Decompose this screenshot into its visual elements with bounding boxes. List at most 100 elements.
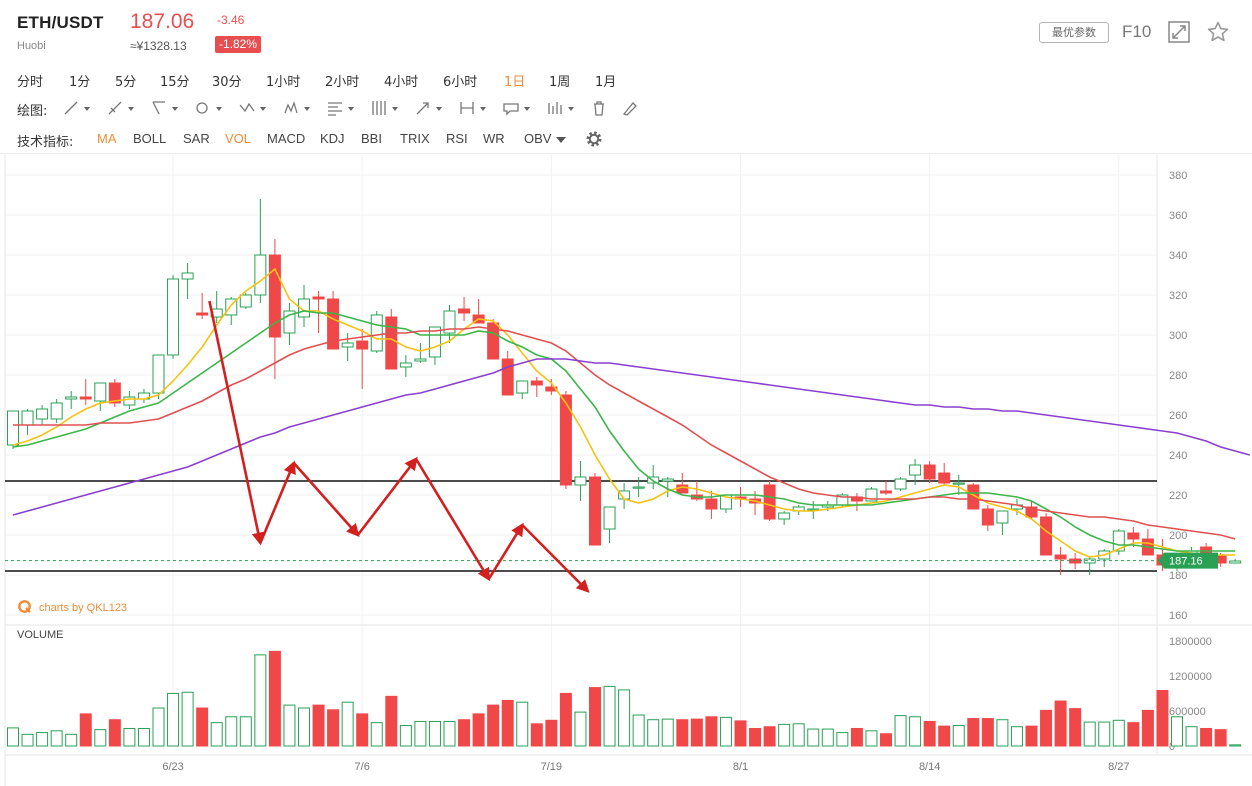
trash-icon[interactable] [594, 101, 604, 116]
candle [298, 285, 310, 327]
candle-body [399, 362, 412, 368]
arrow-tool-icon[interactable] [416, 102, 442, 115]
date-tick-label: 7/6 [355, 761, 370, 773]
volume-bar [181, 691, 194, 747]
period-tab[interactable]: 5分 [115, 71, 136, 90]
ray-tool-icon[interactable] [108, 101, 134, 115]
candle-body [705, 498, 718, 510]
grid-lines [5, 155, 1157, 746]
volume-bar [1010, 726, 1023, 747]
candle-body [1040, 516, 1053, 556]
f10-button[interactable]: F10 [1122, 22, 1151, 42]
indicator-boll[interactable]: BOLL [133, 131, 166, 146]
pattern-tool-icon[interactable] [284, 100, 310, 114]
pair-symbol: ETH/USDT [17, 13, 104, 32]
optimal-params-button[interactable]: 最优参数 [1039, 22, 1109, 43]
drawing-toolbar: 绘图: [0, 93, 1252, 123]
period-tab[interactable]: 1月 [595, 71, 616, 90]
eraser-icon[interactable] [622, 102, 637, 116]
zigzag-tool-icon[interactable] [239, 102, 266, 113]
indicator-wr[interactable]: WR [483, 131, 505, 146]
indicator-obv-dropdown[interactable]: OBV [524, 131, 551, 146]
shape-tool-icon[interactable] [196, 102, 222, 114]
indicator-kdj[interactable]: KDJ [320, 131, 345, 146]
period-tab[interactable]: 1分 [69, 71, 90, 90]
fibonacci-tool-icon[interactable] [328, 102, 354, 116]
period-tab[interactable]: 分时 [17, 71, 43, 90]
drawing-label: 绘图: [17, 104, 48, 119]
candle [137, 389, 150, 403]
gann-tool-icon[interactable] [372, 101, 398, 115]
period-tab[interactable]: 6小时 [443, 71, 477, 90]
line-tool-icon[interactable] [64, 101, 90, 115]
candle [458, 297, 471, 321]
period-tab[interactable]: 15分 [160, 71, 190, 90]
volume-bar [938, 725, 951, 747]
chevron-down-icon [524, 107, 530, 111]
volume-bar [341, 701, 354, 747]
channel-tool-icon[interactable] [152, 101, 178, 115]
bars-tool-icon[interactable] [548, 102, 574, 114]
candle [108, 379, 121, 407]
indicator-vol[interactable]: VOL [225, 131, 251, 146]
period-tab[interactable]: 1周 [549, 71, 570, 90]
candle [589, 473, 601, 546]
volume-bar [283, 704, 296, 747]
candle-body [530, 380, 543, 386]
candlestick-chart[interactable]: 380 360 340 320 300 280 260 240 220 200 180 160 1800… [0, 155, 1252, 786]
chevron-down-icon[interactable] [556, 137, 566, 143]
volume-bar [676, 719, 689, 747]
candle [36, 405, 49, 425]
candle-body [94, 382, 107, 402]
period-tab-active[interactable]: 1日 [504, 71, 525, 90]
price-tick-label: 260 [1169, 410, 1187, 422]
volume-bar [108, 719, 121, 747]
drawing-tools [64, 100, 637, 116]
volume-bar [952, 725, 965, 747]
candle [181, 263, 194, 299]
chart-header: ETH/USDT Huobi 187.06 ≈¥1328.13 -3.46 -1… [0, 0, 1252, 62]
measure-tool-icon[interactable] [460, 102, 486, 114]
candle-body [50, 402, 63, 420]
candle [196, 293, 209, 319]
brand-text: charts by QKL123 [39, 602, 128, 614]
candle [559, 391, 572, 489]
volume-bar [719, 716, 732, 747]
volume-bar [458, 719, 471, 747]
fullscreen-icon[interactable] [1168, 21, 1190, 43]
period-tab[interactable]: 30分 [212, 71, 242, 90]
indicator-macd[interactable]: MACD [267, 131, 305, 146]
candle [94, 382, 107, 411]
price-tick-label: 280 [1169, 370, 1187, 382]
volume-bar [967, 718, 980, 747]
favorite-star-icon[interactable] [1206, 20, 1230, 44]
date-tick-label: 6/23 [162, 761, 183, 773]
volume-bar [1112, 719, 1125, 747]
candle-body [996, 510, 1009, 524]
volume-bar [749, 727, 762, 747]
indicator-rsi[interactable]: RSI [446, 131, 468, 146]
candle-body [938, 472, 951, 484]
volume-bar [1171, 716, 1183, 747]
gear-icon[interactable] [585, 130, 603, 148]
candle [516, 380, 529, 399]
price-cny: ≈¥1328.13 [130, 39, 187, 53]
period-tab[interactable]: 4小时 [384, 71, 418, 90]
annotation-tool-icon[interactable] [503, 103, 530, 116]
candle [1098, 549, 1111, 567]
volume-bar [1098, 721, 1111, 747]
candle-body [1054, 554, 1067, 560]
indicator-trix[interactable]: TRIX [400, 131, 430, 146]
indicator-ma[interactable]: MA [97, 131, 117, 146]
period-tab[interactable]: 2小时 [325, 71, 359, 90]
candle [618, 483, 631, 509]
indicator-sar[interactable]: SAR [183, 131, 210, 146]
volume-bar [50, 730, 63, 747]
price-tick-label: 180 [1169, 570, 1187, 582]
candle-body [1127, 532, 1140, 540]
volume-bar [298, 707, 310, 747]
indicator-bbi[interactable]: BBI [361, 131, 382, 146]
volume-bar [647, 719, 660, 747]
period-tab[interactable]: 1小时 [266, 71, 300, 90]
candle-body [778, 512, 791, 520]
